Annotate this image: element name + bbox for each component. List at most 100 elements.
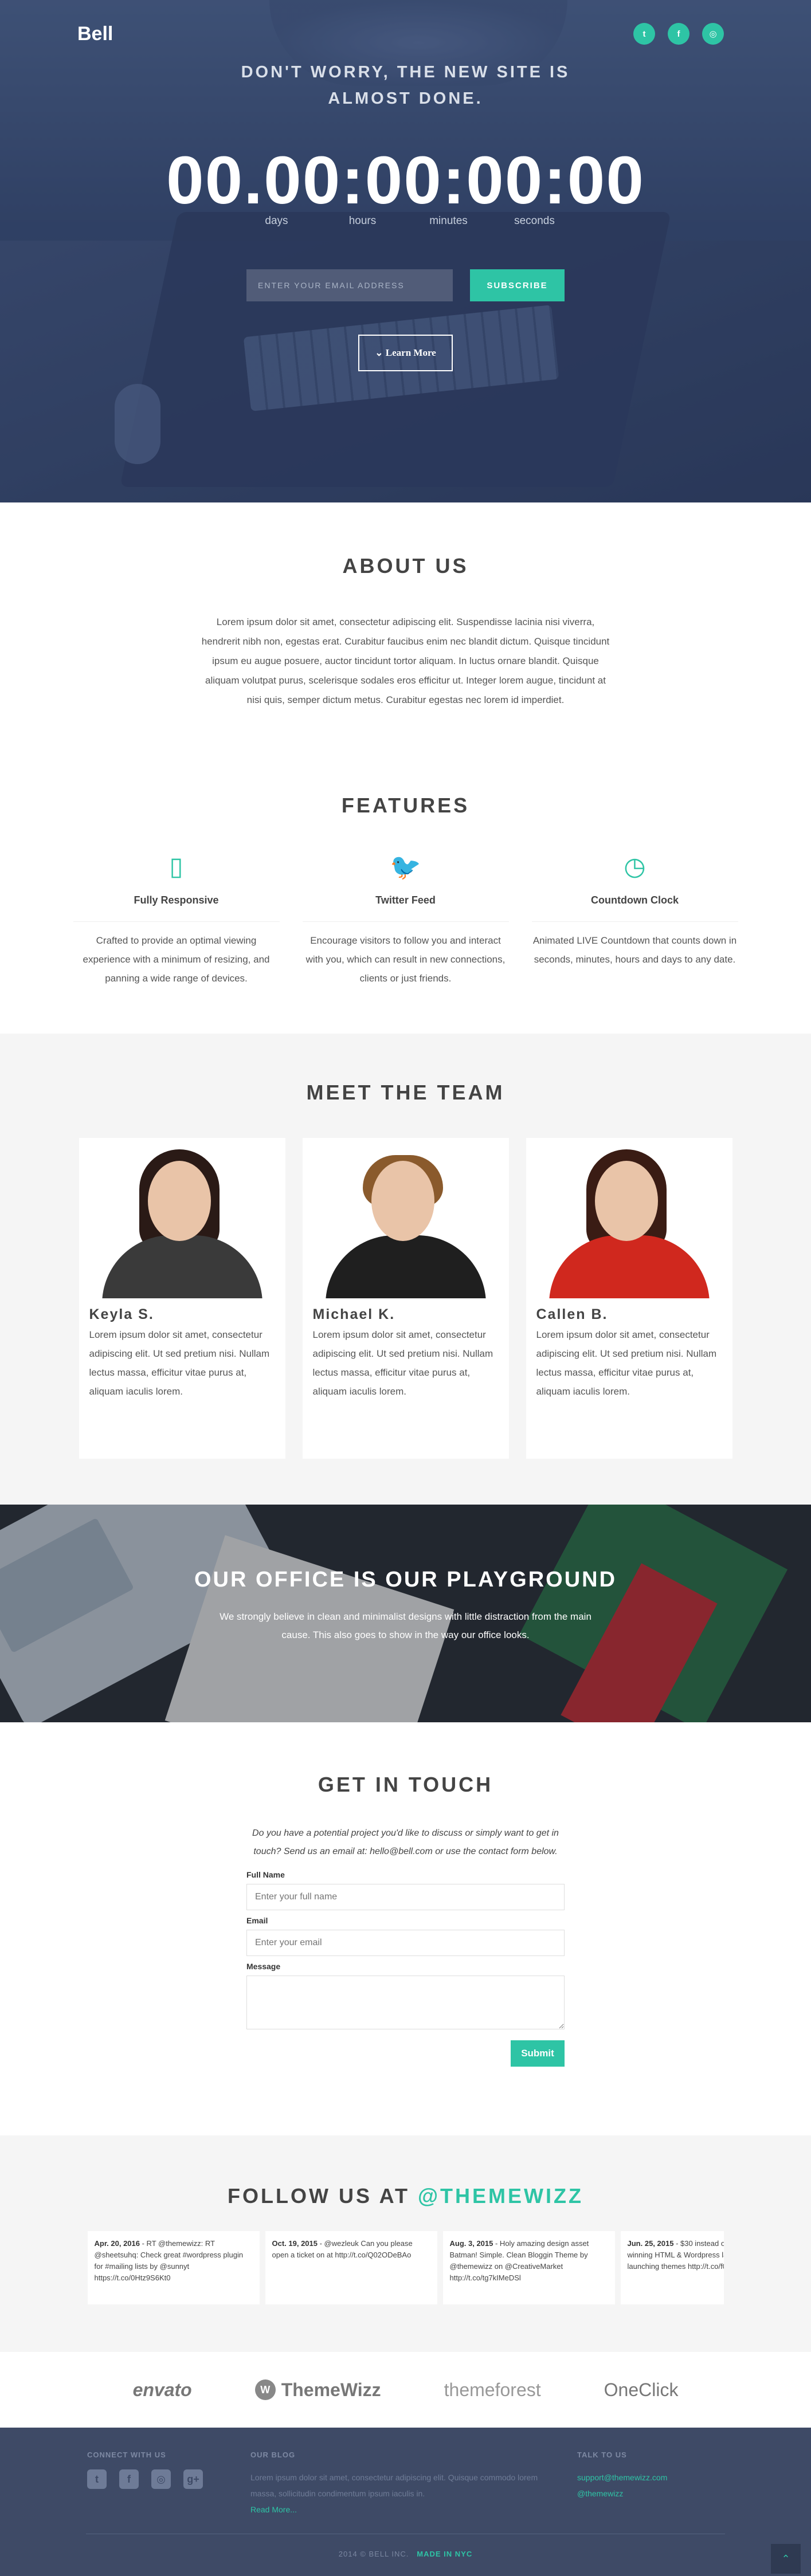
partner-name: OneClick (604, 2379, 679, 2400)
office-text: We strongly believe in clean and minimal… (220, 1611, 591, 1640)
twitter-icon[interactable]: t (87, 2469, 107, 2489)
team-member-photo (302, 1138, 509, 1298)
made-in-link[interactable]: MADE IN NYC (417, 2550, 472, 2558)
feature-title: Twitter Feed (302, 894, 509, 922)
site-footer: CONNECT WITH US t f ◎ g+ OUR BLOG Lorem … (0, 2428, 811, 2576)
feature-card: ◷ Countdown Clock Animated LIVE Countdow… (531, 852, 738, 988)
full-name-label: Full Name (246, 1870, 285, 1879)
features-section: FEATURES ▯ Fully Responsive Crafted to p… (0, 794, 811, 988)
photo-body (101, 1235, 263, 1298)
follow-title: FOLLOW US AT @THEMEWIZZ (0, 2184, 811, 2208)
footer-connect: CONNECT WITH US t f ◎ g+ (87, 2451, 203, 2489)
tweet-date: Oct. 19, 2015 (272, 2239, 318, 2248)
hero-social-links: t f ◎ (633, 23, 724, 45)
team-member-photo (526, 1138, 732, 1298)
google-plus-icon[interactable]: g+ (183, 2469, 203, 2489)
photo-head (147, 1161, 211, 1241)
themewizz-icon: W (254, 2379, 276, 2400)
copyright-text: 2014 © BELL INC. (338, 2550, 409, 2558)
team-member-photo (79, 1138, 285, 1298)
feature-card: 🐦 Twitter Feed Encourage visitors to fol… (302, 852, 509, 988)
team-member-card: Keyla S. Lorem ipsum dolor sit amet, con… (79, 1138, 285, 1459)
footer-copyright: 2014 © BELL INC. MADE IN NYC (0, 2550, 811, 2558)
feature-text: Animated LIVE Countdown that counts down… (532, 935, 737, 965)
footer-read-more-link[interactable]: Read More... (250, 2502, 560, 2518)
tweet-date: Apr. 20, 2016 (94, 2239, 140, 2248)
subscribe-button[interactable]: SUBSCRIBE (470, 269, 565, 301)
countdown-labels: days hours minutes seconds (0, 215, 811, 227)
contact-form: Full Name Email Message Submit (246, 1870, 565, 2067)
oneclick-logo[interactable]: OneClick (604, 2379, 679, 2401)
team-title: MEET THE TEAM (306, 1081, 505, 1104)
footer-email-link[interactable]: support@themewizz.com (577, 2469, 667, 2485)
follow-handle-link[interactable]: @THEMEWIZZ (418, 2184, 583, 2208)
team-member-bio: Lorem ipsum dolor sit amet, consectetur … (536, 1329, 717, 1397)
footer-blog: OUR BLOG Lorem ipsum dolor sit amet, con… (250, 2451, 560, 2518)
tweet-feed: Apr. 20, 2016 - RT @themewizz: RT @sheet… (87, 2231, 724, 2304)
tweet-card: Apr. 20, 2016 - RT @themewizz: RT @sheet… (87, 2231, 260, 2304)
message-textarea[interactable] (246, 1976, 565, 2029)
photo-head (371, 1161, 434, 1241)
team-member-card: Michael K. Lorem ipsum dolor sit amet, c… (302, 1138, 509, 1459)
tweet-card: Aug. 3, 2015 - Holy amazing design asset… (442, 2231, 615, 2304)
partner-name: themeforest (444, 2379, 541, 2400)
photo-head (594, 1161, 658, 1241)
twitter-icon: 🐦 (390, 853, 421, 881)
envato-logo[interactable]: envato (133, 2379, 192, 2401)
partners-section: envato W ThemeWizz themeforest OneClick (0, 2352, 811, 2428)
subscribe-email-input[interactable] (246, 269, 453, 301)
feature-card: ▯ Fully Responsive Crafted to provide an… (73, 852, 280, 988)
team-member-name: Michael K. (312, 1306, 395, 1322)
team-member-bio: Lorem ipsum dolor sit amet, consectetur … (89, 1329, 270, 1397)
dribbble-icon[interactable]: ◎ (702, 23, 724, 45)
countdown-label-hours: hours (348, 215, 377, 227)
feature-text: Crafted to provide an optimal viewing ex… (83, 935, 270, 984)
themeforest-logo[interactable]: themeforest (444, 2379, 541, 2401)
clock-icon: ◷ (624, 853, 646, 881)
subscribe-form: SUBSCRIBE (246, 269, 565, 301)
footer-blog-title: OUR BLOG (250, 2451, 296, 2459)
facebook-icon[interactable]: f (668, 23, 689, 45)
email-input[interactable] (246, 1930, 565, 1956)
facebook-icon[interactable]: f (119, 2469, 139, 2489)
footer-connect-title: CONNECT WITH US (87, 2451, 166, 2459)
learn-more-button[interactable]: ⌄ Learn More (358, 335, 453, 371)
twitter-icon[interactable]: t (633, 23, 655, 45)
footer-handle-link[interactable]: @themewizz (577, 2485, 667, 2502)
hero-tagline-line-2: ALMOST DONE. (328, 89, 483, 108)
submit-button[interactable]: Submit (511, 2040, 565, 2067)
contact-title: GET IN TOUCH (318, 1773, 493, 1796)
photo-body (548, 1235, 710, 1298)
partner-name: envato (132, 2379, 192, 2400)
message-label: Message (246, 1962, 281, 1971)
features-title: FEATURES (341, 794, 470, 817)
footer-talk: TALK TO US support@themewizz.com @themew… (577, 2451, 667, 2502)
footer-talk-title: TALK TO US (577, 2451, 627, 2459)
team-section: MEET THE TEAM Keyla S. Lorem ipsum dolor… (0, 1034, 811, 1505)
footer-blog-text: Lorem ipsum dolor sit amet, consectetur … (250, 2473, 538, 2498)
feature-title: Countdown Clock (531, 894, 738, 922)
follow-title-text: FOLLOW US AT (227, 2184, 418, 2208)
themewizz-logo[interactable]: W ThemeWizz (254, 2379, 381, 2401)
contact-intro: Do you have a potential project you'd li… (252, 1828, 559, 1856)
office-title: OUR OFFICE IS OUR PLAYGROUND (194, 1568, 617, 1592)
hero-tagline-line-1: DON'T WORRY, THE NEW SITE IS (241, 63, 570, 81)
about-title: ABOUT US (342, 554, 469, 578)
dribbble-icon[interactable]: ◎ (151, 2469, 171, 2489)
hero-tagline: DON'T WORRY, THE NEW SITE IS ALMOST DONE… (0, 59, 811, 112)
countdown-label-minutes: minutes (429, 215, 468, 227)
team-member-name: Callen B. (536, 1306, 608, 1322)
office-section: OUR OFFICE IS OUR PLAYGROUND We strongly… (0, 1505, 811, 1722)
back-to-top-button[interactable]: ⌃ (771, 2544, 801, 2574)
follow-section: FOLLOW US AT @THEMEWIZZ Apr. 20, 2016 - … (0, 2135, 811, 2352)
site-logo[interactable]: Bell (77, 23, 113, 45)
mobile-icon: ▯ (169, 853, 183, 881)
contact-section: GET IN TOUCH Do you have a potential pro… (0, 1722, 811, 2135)
full-name-input[interactable] (246, 1884, 565, 1910)
countdown-timer: 00.00:00:00:00 (166, 143, 645, 218)
feature-title: Fully Responsive (73, 894, 280, 922)
tweet-date: Jun. 25, 2015 (627, 2239, 674, 2248)
team-member-card: Callen B. Lorem ipsum dolor sit amet, co… (526, 1138, 732, 1459)
countdown-label-seconds: seconds (514, 215, 555, 227)
tweet-date: Aug. 3, 2015 (449, 2239, 493, 2248)
